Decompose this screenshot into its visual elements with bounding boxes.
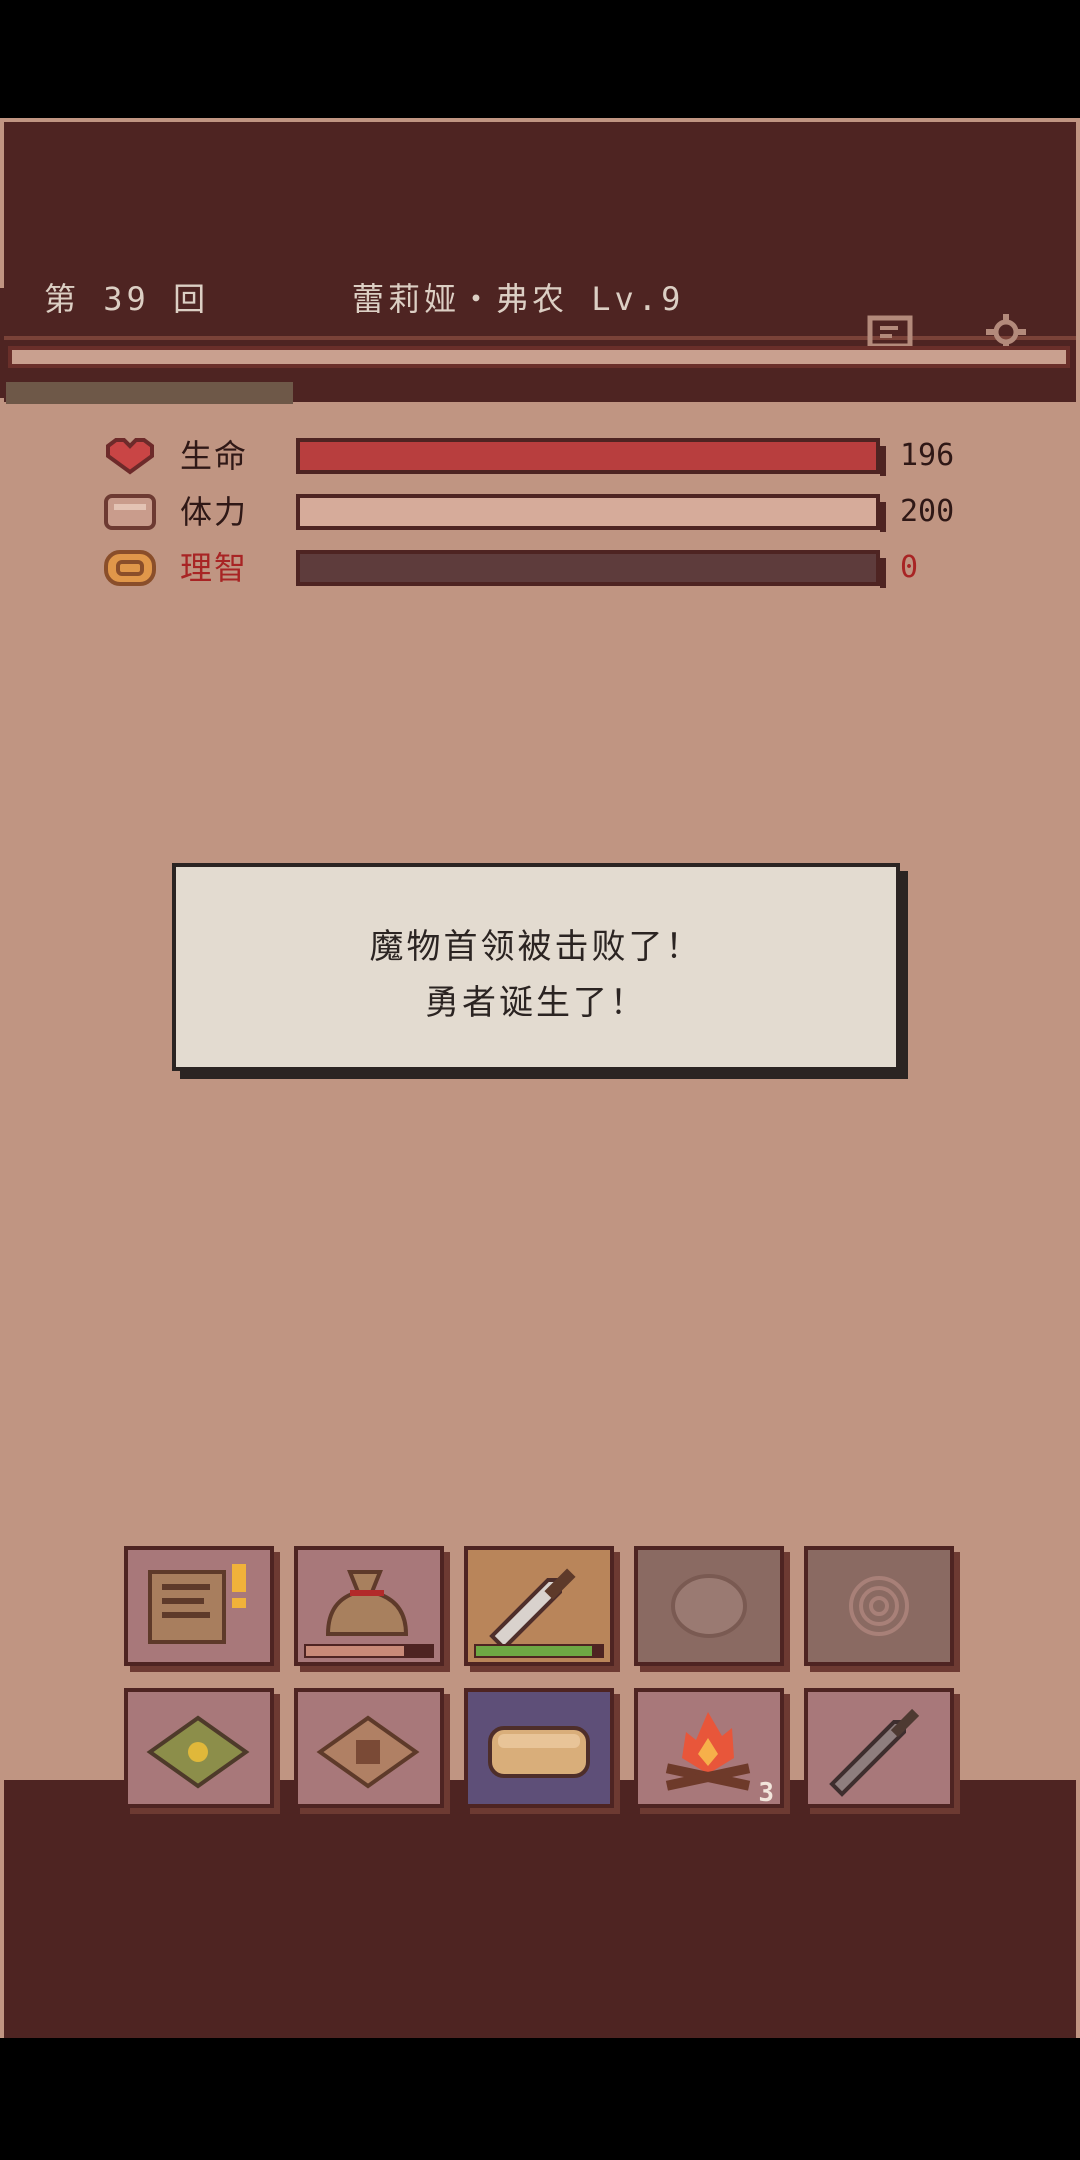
slot-recipe-book[interactable]: [294, 1688, 444, 1808]
stat-row-sanity: 理智 0: [100, 548, 1000, 592]
slot-progress-bar: [474, 1644, 604, 1658]
header-icons: [860, 314, 1060, 350]
dagger-icon: [829, 1708, 920, 1797]
slot-spellbook[interactable]: [124, 1688, 274, 1808]
experience-bar: [8, 346, 1070, 368]
journal-icon[interactable]: [866, 314, 916, 350]
event-dialog[interactable]: 魔物首领被击败了！ 勇者诞生了！: [172, 863, 900, 1071]
progress-meter: [6, 382, 293, 404]
brain-icon: [104, 550, 156, 586]
game-screen: 第 39 回 蕾莉娅・弗农 Lv.9 生命 196 体力 200 理智 0 魔物…: [0, 118, 1080, 2038]
stat-bar: [296, 438, 886, 476]
stat-label: 生命: [180, 437, 249, 475]
slot-shield[interactable]: [634, 1546, 784, 1666]
bottom-panel: [4, 1780, 1076, 2038]
stat-label: 理智: [180, 549, 249, 587]
bread-icon: [488, 1726, 590, 1778]
stat-bar: [296, 494, 886, 532]
quest-scroll-icon: [148, 1564, 246, 1644]
slot-loot-bag[interactable]: [294, 1546, 444, 1666]
slot-dagger[interactable]: [804, 1688, 954, 1808]
spellbook-icon: [146, 1715, 250, 1789]
slot-food[interactable]: [464, 1688, 614, 1808]
stat-value: 200: [900, 494, 955, 529]
accessory-slot-icon: [849, 1576, 909, 1636]
slot-quest[interactable]: [124, 1546, 274, 1666]
slot-progress-bar: [304, 1644, 434, 1658]
hero-name-level: 蕾莉娅・弗农 Lv.9: [352, 280, 685, 318]
shield-slot-icon: [671, 1574, 747, 1638]
stat-bar: [296, 550, 886, 588]
dialog-line-2: 勇者诞生了！: [425, 983, 647, 1023]
stat-row-stamina: 体力 200: [100, 492, 1000, 536]
round-counter: 第 39 回: [44, 280, 210, 318]
item-count: 3: [758, 1778, 774, 1808]
stat-row-hp: 生命 196: [100, 436, 1000, 480]
heart-icon: [106, 438, 154, 475]
recipe-book-icon: [316, 1715, 420, 1789]
stat-value: 196: [900, 438, 955, 473]
stat-label: 体力: [180, 493, 249, 531]
settings-icon[interactable]: [982, 314, 1030, 350]
slot-weapon[interactable]: [464, 1546, 614, 1666]
stat-value: 0: [900, 550, 919, 585]
slot-campfire[interactable]: 3: [634, 1688, 784, 1808]
stamina-icon: [104, 494, 156, 530]
dialog-line-1: 魔物首领被击败了！: [369, 927, 703, 967]
slot-accessory[interactable]: [804, 1546, 954, 1666]
